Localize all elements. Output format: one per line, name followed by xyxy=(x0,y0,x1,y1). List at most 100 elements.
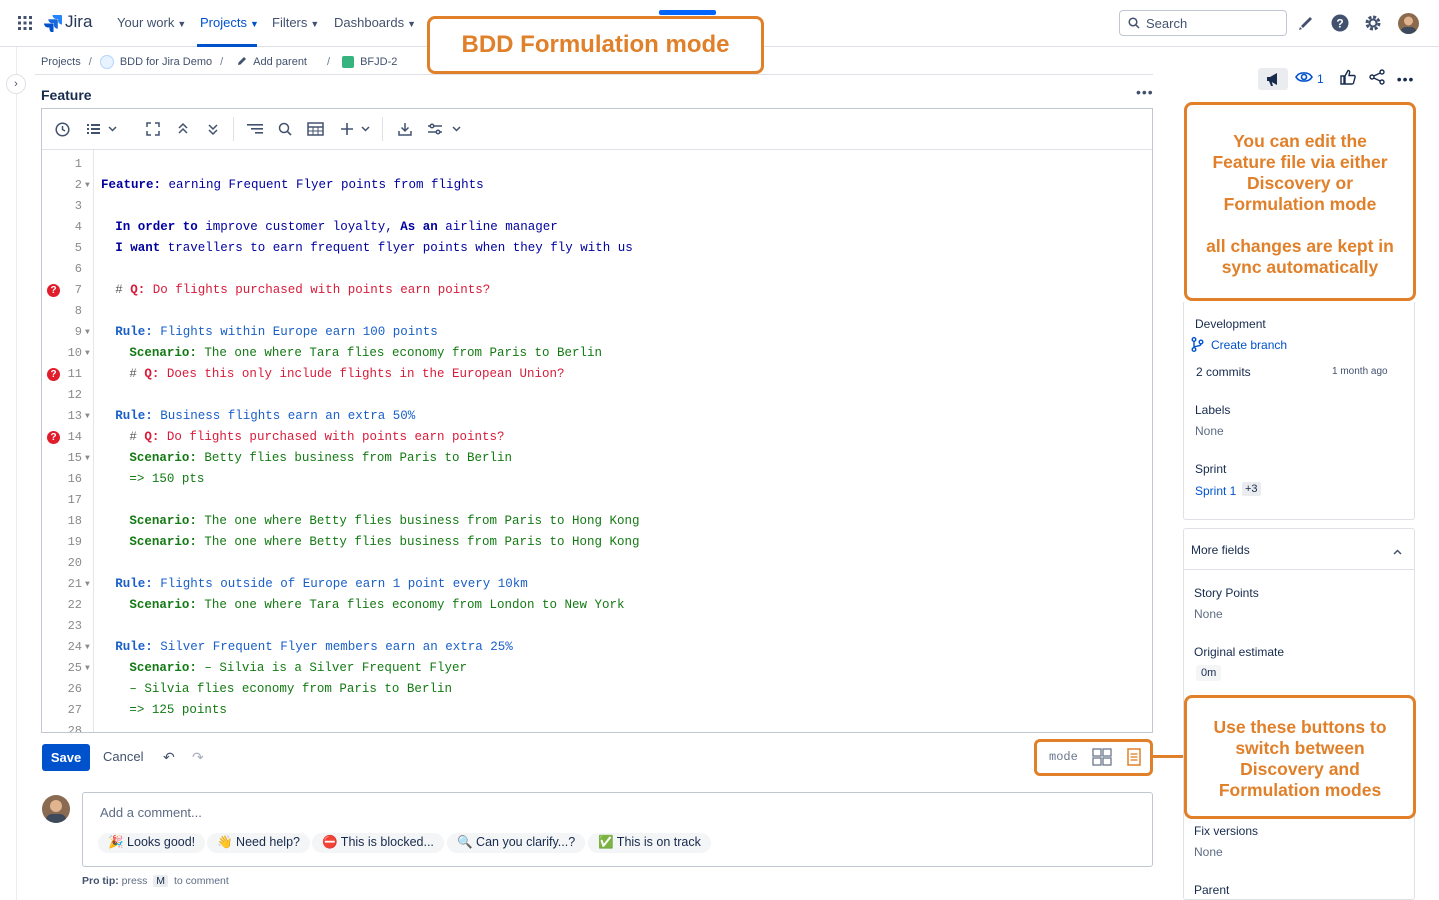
code-line[interactable]: 26 – Silvia flies economy from Paris to B… xyxy=(42,679,1152,700)
commits-link[interactable]: 2 commits xyxy=(1196,365,1251,379)
code-line[interactable]: 7? # Q: Do flights purchased with points … xyxy=(42,280,1152,301)
code-line[interactable]: 12 xyxy=(42,385,1152,406)
nav-dashboards[interactable]: Dashboards ▼ xyxy=(334,15,416,30)
original-estimate-value[interactable]: 0m xyxy=(1196,665,1222,681)
fold-toggle-icon[interactable]: ▼ xyxy=(85,574,90,595)
code-text: In order to improve customer loyalty, As… xyxy=(115,217,558,238)
code-line[interactable]: 15 ▼ Scenario: Betty flies business from P… xyxy=(42,448,1152,469)
nav-projects[interactable]: Projects ▼ xyxy=(200,15,259,30)
table-icon[interactable] xyxy=(307,120,324,138)
code-line[interactable]: 4 In order to improve customer loyalty, A… xyxy=(42,217,1152,238)
settings-gear-icon[interactable] xyxy=(1363,13,1383,33)
create-button-edge[interactable] xyxy=(659,10,716,15)
code-line[interactable]: 9 ▼ Rule: Flights within Europe earn 100 p… xyxy=(42,322,1152,343)
sprint-link[interactable]: Sprint 1 xyxy=(1195,484,1236,498)
code-line[interactable]: 11? # Q: Does this only include flights i… xyxy=(42,364,1152,385)
code-line[interactable]: 5 I want travellers to earn frequent flye… xyxy=(42,238,1152,259)
fullscreen-icon[interactable] xyxy=(146,120,160,138)
cancel-button[interactable]: Cancel xyxy=(103,749,143,764)
code-line[interactable]: 3 xyxy=(42,196,1152,217)
formulation-mode-document-icon[interactable] xyxy=(1127,748,1141,771)
fold-toggle-icon[interactable]: ▼ xyxy=(85,322,90,343)
code-line[interactable]: 2 ▼ Feature: earning Frequent Flyer points… xyxy=(42,175,1152,196)
line-number: 1 xyxy=(74,157,82,171)
code-line[interactable]: 22 Scenario: The one where Tara flies eco… xyxy=(42,595,1152,616)
feature-editor[interactable]: 1 2 ▼ Feature: earning Frequent Flyer point… xyxy=(41,108,1153,733)
code-line[interactable]: 13 ▼ Rule: Business flights earn an extra … xyxy=(42,406,1152,427)
app-switcher-icon[interactable] xyxy=(18,16,32,30)
user-avatar[interactable] xyxy=(1398,13,1419,34)
breadcrumb-issue-key[interactable]: BFJD-2 xyxy=(360,56,397,68)
more-actions-icon[interactable]: ••• xyxy=(1397,71,1415,87)
code-line[interactable]: 25 ▼ Scenario: – Silvia is a Silver Freque… xyxy=(42,658,1152,679)
sprint-extra-badge[interactable]: +3 xyxy=(1242,482,1261,496)
nav-your-work[interactable]: Your work ▼ xyxy=(117,15,186,30)
code-line[interactable]: 27 => 125 points xyxy=(42,700,1152,721)
history-clock-icon[interactable] xyxy=(55,120,70,138)
quick-reply-blocked[interactable]: ⛔ This is blocked... xyxy=(312,833,444,853)
insert-plus-icon[interactable] xyxy=(340,120,372,138)
code-line[interactable]: 1 xyxy=(42,154,1152,175)
create-branch-link[interactable]: Create branch xyxy=(1211,338,1287,352)
fix-versions-value[interactable]: None xyxy=(1194,845,1223,859)
notifications-icon[interactable] xyxy=(1296,13,1316,33)
code-line[interactable]: 8 xyxy=(42,301,1152,322)
code-line[interactable]: 21 ▼ Rule: Flights outside of Europe earn … xyxy=(42,574,1152,595)
chevron-up-icon[interactable] xyxy=(1393,544,1402,562)
collapse-all-icon[interactable] xyxy=(177,120,189,138)
story-points-value[interactable]: None xyxy=(1194,607,1223,621)
breadcrumb-project[interactable]: BDD for Jira Demo xyxy=(120,56,212,68)
redo-icon[interactable]: ↷ xyxy=(192,749,204,766)
jira-logo-text[interactable]: Jira xyxy=(65,12,92,32)
save-button[interactable]: Save xyxy=(42,744,90,771)
quick-reply-on-track[interactable]: ✅ This is on track xyxy=(588,833,711,853)
share-icon[interactable] xyxy=(1368,68,1385,90)
more-fields-header[interactable]: More fields xyxy=(1184,529,1414,570)
fold-toggle-icon[interactable]: ▼ xyxy=(85,343,90,364)
like-thumbs-up-icon[interactable] xyxy=(1339,69,1356,90)
labels-value[interactable]: None xyxy=(1195,424,1224,438)
jira-logo-icon[interactable] xyxy=(44,14,62,33)
breadcrumb-projects[interactable]: Projects xyxy=(41,56,81,68)
quick-reply-clarify[interactable]: 🔍 Can you clarify...? xyxy=(447,833,586,853)
help-icon[interactable]: ? xyxy=(1330,13,1350,33)
code-line[interactable]: 14? # Q: Do flights purchased with points… xyxy=(42,427,1152,448)
issue-actions: 1 ••• xyxy=(1258,68,1414,90)
download-icon[interactable] xyxy=(398,120,412,138)
breadcrumb-add-parent[interactable]: Add parent xyxy=(253,56,307,68)
fold-toggle-icon[interactable]: ▼ xyxy=(85,406,90,427)
search-input[interactable]: Search xyxy=(1119,10,1287,36)
question-marker-icon[interactable]: ? xyxy=(47,368,60,381)
discovery-mode-grid-icon[interactable] xyxy=(1092,748,1112,771)
format-indent-icon[interactable] xyxy=(247,120,263,138)
code-line[interactable]: 20 xyxy=(42,553,1152,574)
code-line[interactable]: 19 Scenario: The one where Betty flies bu… xyxy=(42,532,1152,553)
quick-reply-looks-good[interactable]: 🎉 Looks good! xyxy=(98,833,206,853)
nav-filters[interactable]: Filters ▼ xyxy=(272,15,319,30)
question-marker-icon[interactable]: ? xyxy=(47,284,60,297)
fold-toggle-icon[interactable]: ▼ xyxy=(85,175,90,196)
more-options-icon[interactable]: ••• xyxy=(1136,84,1154,100)
code-line[interactable]: 6 xyxy=(42,259,1152,280)
announcement-megaphone-icon[interactable] xyxy=(1258,68,1288,90)
find-search-icon[interactable] xyxy=(278,120,292,138)
fold-toggle-icon[interactable]: ▼ xyxy=(85,448,90,469)
code-line[interactable]: 28 xyxy=(42,721,1152,732)
fold-toggle-icon[interactable]: ▼ xyxy=(85,637,90,658)
code-line[interactable]: 23 xyxy=(42,616,1152,637)
code-line[interactable]: 18 Scenario: The one where Betty flies bu… xyxy=(42,511,1152,532)
code-line[interactable]: 24 ▼ Rule: Silver Frequent Flyer members e… xyxy=(42,637,1152,658)
undo-icon[interactable]: ↶ xyxy=(163,749,175,766)
code-line[interactable]: 17 xyxy=(42,490,1152,511)
fold-toggle-icon[interactable]: ▼ xyxy=(85,658,90,679)
quick-reply-need-help[interactable]: 👋 Need help? xyxy=(207,833,310,853)
question-marker-icon[interactable]: ? xyxy=(47,431,60,444)
watch-eye-icon[interactable] xyxy=(1295,70,1313,89)
code-line[interactable]: 16 => 150 pts xyxy=(42,469,1152,490)
code-line[interactable]: 10 ▼ Scenario: The one where Tara flies ec… xyxy=(42,343,1152,364)
list-outline-icon[interactable] xyxy=(87,120,119,138)
settings-sliders-icon[interactable] xyxy=(428,120,462,138)
expand-all-icon[interactable] xyxy=(207,120,219,138)
expand-sidebar-chevron-right-icon[interactable]: › xyxy=(6,74,26,94)
comment-input[interactable]: Add a comment... 🎉 Looks good! 👋 Need he… xyxy=(82,792,1153,867)
